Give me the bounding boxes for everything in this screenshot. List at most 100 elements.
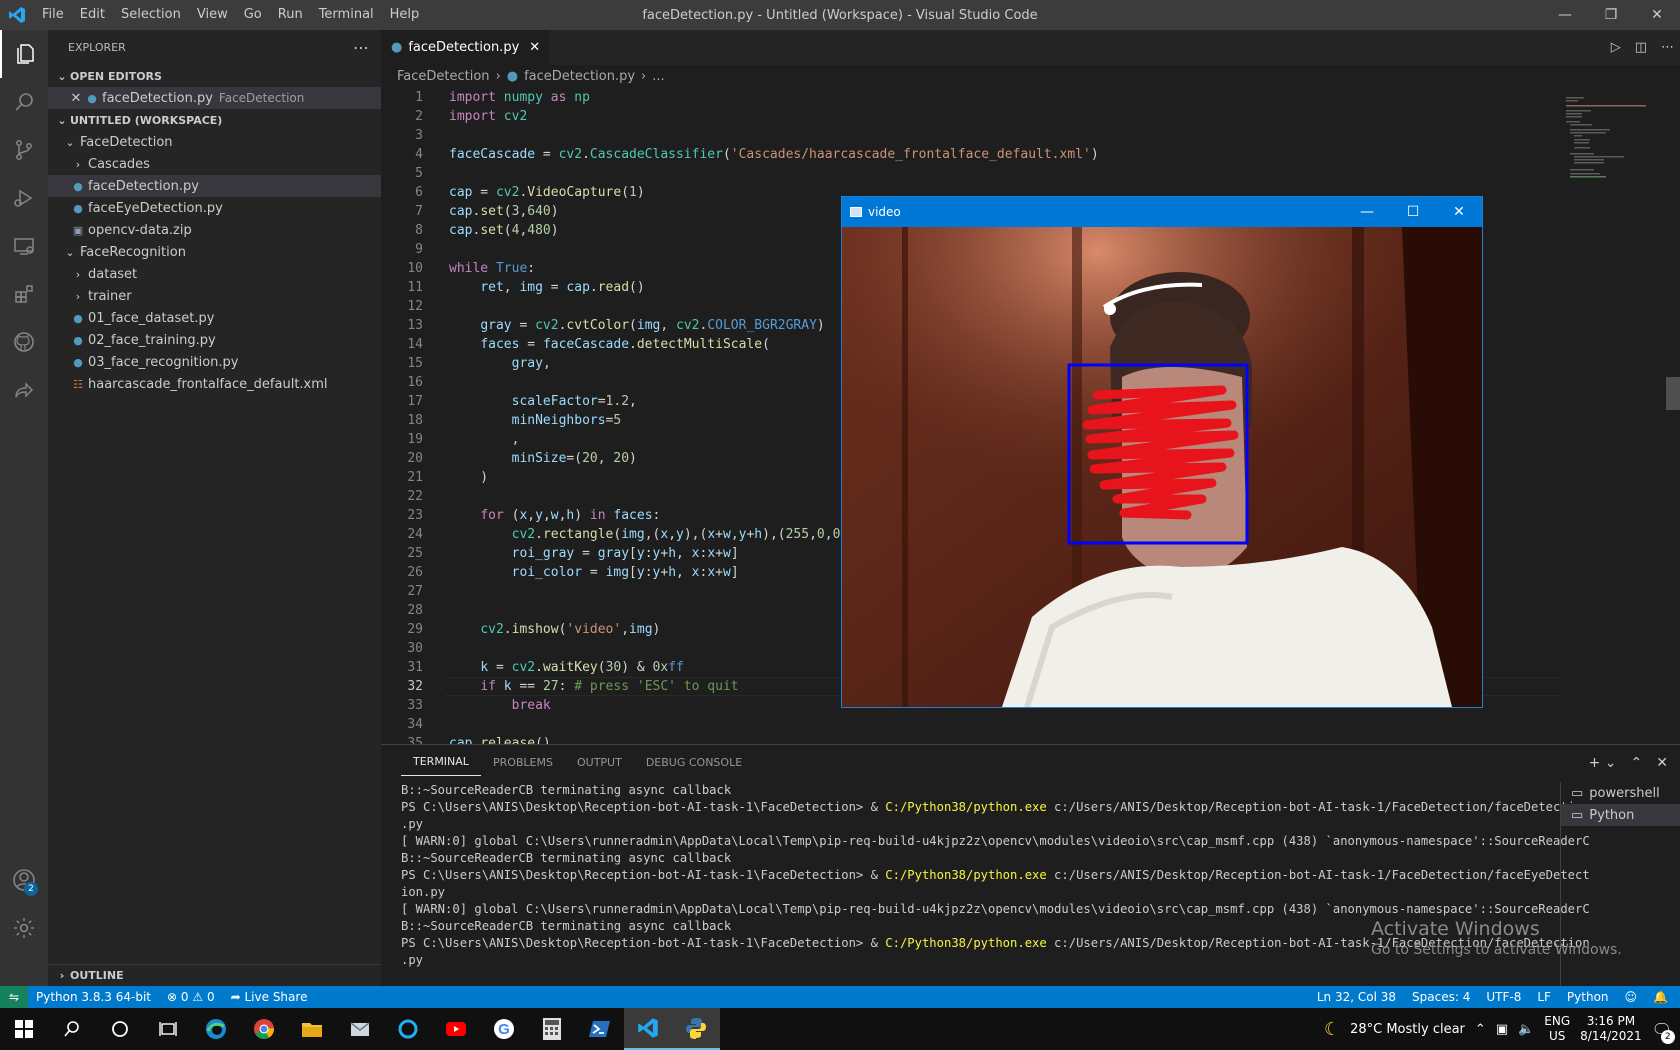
tree-item[interactable]: ● faceEyeDetection.py <box>48 197 381 219</box>
panel-tab-problems[interactable]: PROBLEMS <box>481 745 565 780</box>
close-button[interactable]: ✕ <box>1634 0 1680 30</box>
code-line[interactable]: ret, img = cap.read() <box>449 278 644 297</box>
code-line[interactable]: minSize=(20, 20) <box>449 449 637 468</box>
code-line[interactable]: break <box>449 696 551 715</box>
powershell-icon[interactable] <box>576 1008 624 1050</box>
cortana-icon[interactable] <box>96 1008 144 1050</box>
breadcrumb-file[interactable]: faceDetection.py <box>524 69 635 84</box>
breadcrumb-folder[interactable]: FaceDetection <box>397 69 490 84</box>
volume-icon[interactable]: 🔈 <box>1518 1022 1534 1037</box>
code-line[interactable]: scaleFactor=1.2, <box>449 392 637 411</box>
more-actions-icon[interactable]: ⋯ <box>353 38 369 57</box>
open-editors-section[interactable]: ⌄ OPEN EDITORS <box>48 65 381 87</box>
tree-item[interactable]: ▣ opencv-data.zip <box>48 219 381 241</box>
problems-indicator[interactable]: ⊗ 0 ⚠ 0 <box>159 990 223 1004</box>
encoding[interactable]: UTF-8 <box>1478 990 1529 1004</box>
more-actions-icon[interactable]: ⋯ <box>1661 40 1674 55</box>
open-editor-item[interactable]: ✕ ● faceDetection.py FaceDetection <box>48 87 381 109</box>
panel-tab-output[interactable]: OUTPUT <box>565 745 634 780</box>
code-line[interactable]: gray = cv2.cvtColor(img, cv2.COLOR_BGR2G… <box>449 316 824 335</box>
code-line[interactable]: gray, <box>449 354 551 373</box>
editor-tab-facedetection[interactable]: ● faceDetection.py ✕ <box>381 30 551 65</box>
code-line[interactable]: roi_color = img[y:y+h, x:x+w] <box>449 563 739 582</box>
youtube-icon[interactable] <box>432 1008 480 1050</box>
calculator-icon[interactable] <box>528 1008 576 1050</box>
menu-run[interactable]: Run <box>270 7 311 22</box>
restore-button[interactable]: ❐ <box>1588 0 1634 30</box>
search-icon[interactable] <box>48 1008 96 1050</box>
code-line[interactable]: cap.set(3,640) <box>449 202 559 221</box>
maximize-panel-icon[interactable]: ⌃ <box>1631 755 1643 771</box>
edge-browser-icon[interactable] <box>192 1008 240 1050</box>
close-panel-icon[interactable]: ✕ <box>1656 755 1668 771</box>
extensions-icon[interactable] <box>0 270 48 318</box>
code-line[interactable]: cv2.rectangle(img,(x,y),(x+w,y+h),(255,0… <box>449 525 849 544</box>
input-language[interactable]: ENG US <box>1544 1014 1570 1044</box>
code-line[interactable]: import cv2 <box>449 107 527 126</box>
code-line[interactable]: , <box>449 430 520 449</box>
menu-edit[interactable]: Edit <box>72 7 113 22</box>
code-line[interactable]: ) <box>449 468 488 487</box>
code-line[interactable]: import numpy as np <box>449 88 590 107</box>
notifications-icon[interactable]: 🗨 2 <box>1652 1020 1675 1044</box>
settings-gear-icon[interactable] <box>0 904 48 952</box>
tree-item[interactable]: ⌄ FaceRecognition <box>48 241 381 263</box>
accounts-icon[interactable]: 2 <box>0 856 48 904</box>
tree-item[interactable]: ● faceDetection.py <box>48 175 381 197</box>
video-minimize-button[interactable]: — <box>1344 197 1390 227</box>
close-editor-icon[interactable]: ✕ <box>68 91 84 106</box>
code-line[interactable]: cv2.imshow('video',img) <box>449 620 660 639</box>
code-line[interactable]: faces = faceCascade.detectMultiScale( <box>449 335 770 354</box>
split-editor-icon[interactable]: ◫ <box>1635 40 1647 55</box>
weather-text[interactable]: 28°C Mostly clear <box>1350 1022 1465 1037</box>
close-tab-icon[interactable]: ✕ <box>529 40 540 55</box>
clock[interactable]: 3:16 PM 8/14/2021 <box>1580 1014 1642 1044</box>
code-line[interactable]: for (x,y,w,h) in faces: <box>449 506 660 525</box>
run-debug-icon[interactable] <box>0 174 48 222</box>
terminal-instance[interactable]: ▭ powershell <box>1561 782 1680 804</box>
video-maximize-button[interactable]: ☐ <box>1390 197 1436 227</box>
run-file-icon[interactable]: ▷ <box>1611 40 1621 55</box>
menu-terminal[interactable]: Terminal <box>311 7 382 22</box>
search-icon[interactable] <box>0 78 48 126</box>
code-line[interactable]: while True: <box>449 259 535 278</box>
tree-item[interactable]: › Cascades <box>48 153 381 175</box>
tray-chevron-up-icon[interactable]: ⌃ <box>1475 1022 1486 1037</box>
mail-app-icon[interactable] <box>336 1008 384 1050</box>
code-line[interactable]: faceCascade = cv2.CascadeClassifier('Cas… <box>449 145 1099 164</box>
indentation[interactable]: Spaces: 4 <box>1404 990 1478 1004</box>
new-terminal-icon[interactable]: + ⌄ <box>1589 755 1617 771</box>
python-interpreter[interactable]: Python 3.8.3 64-bit <box>28 990 159 1004</box>
start-button-windows-icon[interactable] <box>0 1008 48 1050</box>
language-mode[interactable]: Python <box>1559 990 1617 1004</box>
workspace-section[interactable]: ⌄ UNTITLED (WORKSPACE) <box>48 109 381 131</box>
file-explorer-icon[interactable] <box>288 1008 336 1050</box>
menu-go[interactable]: Go <box>236 7 270 22</box>
video-window[interactable]: video — ☐ ✕ <box>841 196 1483 708</box>
remote-indicator-icon[interactable]: ⇋ <box>0 986 28 1008</box>
tree-item[interactable]: › dataset <box>48 263 381 285</box>
feedback-icon[interactable]: ☺ <box>1617 990 1646 1004</box>
remote-explorer-icon[interactable] <box>0 222 48 270</box>
code-line[interactable]: k = cv2.waitKey(30) & 0xff <box>449 658 684 677</box>
scrollbar-thumb[interactable] <box>1666 377 1680 410</box>
python-taskbar-icon[interactable] <box>672 1008 720 1050</box>
code-line[interactable]: cap.set(4,480) <box>449 221 559 240</box>
minimize-button[interactable]: — <box>1542 0 1588 30</box>
menu-help[interactable]: Help <box>382 7 428 22</box>
task-view-icon[interactable] <box>144 1008 192 1050</box>
weather-moon-icon[interactable]: ☾ <box>1324 1019 1340 1040</box>
code-line[interactable]: cap = cv2.VideoCapture(1) <box>449 183 645 202</box>
tree-item[interactable]: ● 02_face_training.py <box>48 329 381 351</box>
breadcrumb-symbol[interactable]: ... <box>652 69 664 84</box>
vscode-taskbar-icon[interactable] <box>624 1008 672 1050</box>
tree-item[interactable]: ⌄ FaceDetection <box>48 131 381 153</box>
notifications-bell-icon[interactable]: 🔔 <box>1645 990 1676 1004</box>
minimap[interactable] <box>1562 87 1666 744</box>
tree-item[interactable]: ● 03_face_recognition.py <box>48 351 381 373</box>
menu-view[interactable]: View <box>189 7 236 22</box>
google-icon[interactable]: G <box>480 1008 528 1050</box>
code-line[interactable]: cap.release() <box>449 734 551 744</box>
video-close-button[interactable]: ✕ <box>1436 197 1482 227</box>
tree-item[interactable]: ● 01_face_dataset.py <box>48 307 381 329</box>
